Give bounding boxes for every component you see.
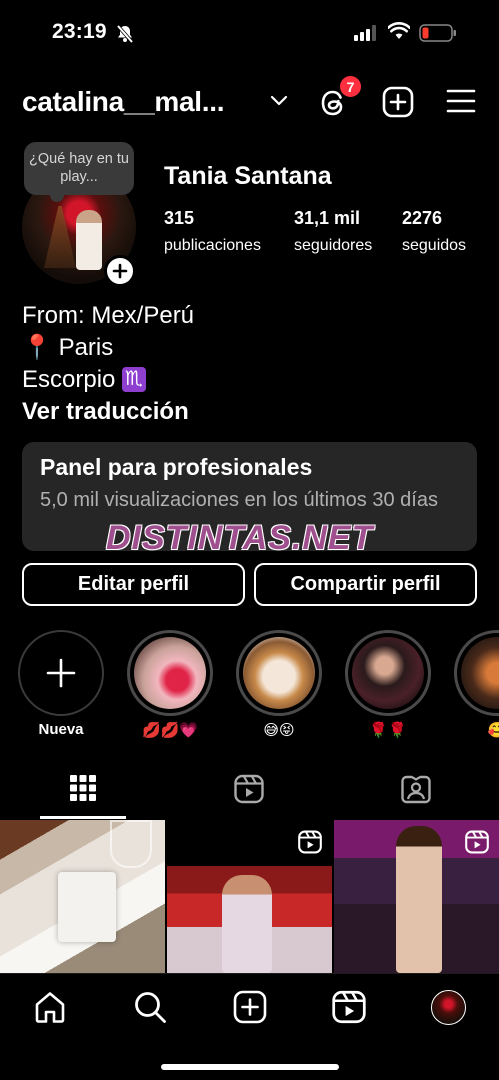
- reels-tab-icon[interactable]: [234, 774, 264, 809]
- notification-badge: 7: [338, 74, 363, 99]
- posts-grid: [0, 820, 499, 973]
- username-switcher[interactable]: catalina__mal...: [22, 86, 225, 118]
- search-icon[interactable]: [133, 990, 167, 1029]
- highlight-label: 🌹🌹: [369, 722, 407, 739]
- profile-header: catalina__mal... 7: [0, 74, 499, 126]
- following-count[interactable]: 2276 seguidos: [402, 208, 466, 255]
- highlight-label: 💋💋💗: [141, 722, 199, 739]
- profile-tabs: [0, 764, 499, 819]
- highlight-item[interactable]: 🥰: [454, 630, 499, 739]
- battery-low-icon: [419, 24, 457, 47]
- share-profile-button[interactable]: Compartir perfil: [254, 563, 477, 606]
- reel-badge-icon: [465, 830, 489, 859]
- highlight-cover: [352, 637, 424, 709]
- status-time: 23:19: [52, 20, 107, 43]
- status-bar: 23:19: [0, 0, 499, 66]
- profile-nav-avatar[interactable]: [431, 990, 466, 1025]
- bell-off-icon: [115, 24, 135, 49]
- create-post-icon[interactable]: [382, 86, 414, 123]
- highlight-cover: [134, 637, 206, 709]
- edit-profile-button[interactable]: Editar perfil: [22, 563, 245, 606]
- highlight-label: Nueva: [38, 721, 84, 738]
- highlight-item[interactable]: 💋💋💗: [127, 630, 213, 739]
- highlight-new[interactable]: Nueva: [18, 630, 104, 738]
- wifi-icon: [387, 22, 411, 45]
- bio-line: 📍 Paris: [22, 334, 114, 361]
- highlight-item[interactable]: 😅😝: [236, 630, 322, 739]
- reel-badge-icon: [298, 830, 322, 859]
- new-highlight-button[interactable]: [18, 630, 104, 716]
- pin-icon: 📍: [22, 334, 52, 361]
- bottom-navigation: [0, 973, 499, 1080]
- highlight-cover: [461, 637, 499, 709]
- grid-tab-icon[interactable]: [70, 774, 96, 807]
- tagged-tab-icon[interactable]: [401, 774, 431, 809]
- post-thumbnail[interactable]: [0, 820, 165, 973]
- highlight-item[interactable]: 🌹🌹: [345, 630, 431, 739]
- profile-note-bubble[interactable]: ¿Qué hay en tu play...: [24, 142, 134, 202]
- posts-count[interactable]: 315 publicaciones: [164, 208, 261, 255]
- see-translation-link[interactable]: Ver traducción: [22, 396, 194, 428]
- dashboard-subtitle: 5,0 mil visualizaciones en los últimos 3…: [40, 489, 438, 511]
- highlight-label: 😅😝: [263, 722, 295, 739]
- highlight-label: 🥰: [487, 722, 499, 739]
- chevron-down-icon[interactable]: [270, 94, 288, 112]
- watermark: DISTINTAS.NET: [106, 519, 374, 557]
- active-tab-indicator: [40, 816, 126, 819]
- add-story-icon[interactable]: [104, 255, 136, 287]
- menu-icon[interactable]: [446, 88, 476, 119]
- cellular-signal-icon: [354, 25, 378, 46]
- dashboard-title: Panel para profesionales: [40, 454, 313, 480]
- story-highlights: Nueva 💋💋💗 😅😝 🌹🌹 🥰: [0, 630, 499, 742]
- profile-bio: From: Mex/Perú 📍 Paris Escorpio ♏ Ver tr…: [22, 300, 194, 428]
- scorpio-icon: ♏: [122, 367, 146, 392]
- reels-icon[interactable]: [332, 990, 366, 1029]
- home-indicator: [161, 1064, 339, 1070]
- post-thumbnail[interactable]: [334, 820, 499, 973]
- post-thumbnail[interactable]: [167, 820, 332, 973]
- home-icon[interactable]: [33, 990, 67, 1029]
- display-name: Tania Santana: [164, 162, 332, 190]
- highlight-cover: [243, 637, 315, 709]
- bio-line: From: Mex/Perú: [22, 302, 195, 329]
- create-icon[interactable]: [233, 990, 267, 1029]
- bio-line: Escorpio ♏: [22, 364, 194, 396]
- followers-count[interactable]: 31,1 mil seguidores: [294, 208, 372, 255]
